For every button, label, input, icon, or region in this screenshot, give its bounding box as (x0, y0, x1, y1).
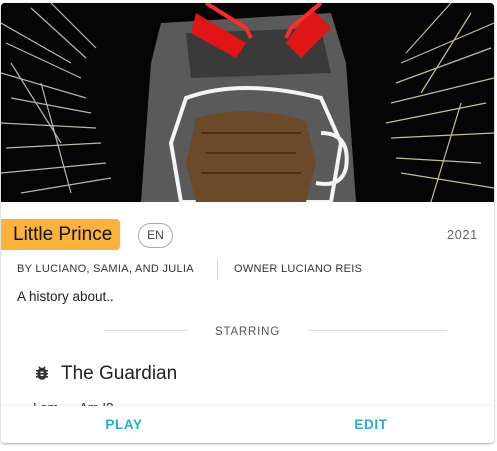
bug-icon (36, 366, 48, 380)
edit-button[interactable]: EDIT (248, 406, 494, 443)
card-actions: PLAY EDIT (1, 406, 494, 443)
story-description: A history about.. (17, 289, 114, 304)
story-card: Little Prince EN 2021 BY LUCIANO, SAMIA,… (1, 3, 494, 443)
story-title: Little Prince (1, 219, 121, 250)
meta-divider (217, 259, 218, 280)
story-owner: OWNER LUCIANO REIS (234, 263, 363, 275)
story-year: 2021 (446, 228, 478, 242)
play-button[interactable]: PLAY (1, 406, 247, 443)
cover-image (1, 3, 494, 202)
starring-heading: STARRING (215, 326, 280, 338)
story-authors: BY LUCIANO, SAMIA, AND JULIA (17, 263, 194, 275)
cover-drawing (1, 3, 494, 202)
language-chip: EN (138, 223, 173, 248)
starring-divider-right (309, 330, 447, 331)
character-name: The Guardian (61, 363, 178, 384)
